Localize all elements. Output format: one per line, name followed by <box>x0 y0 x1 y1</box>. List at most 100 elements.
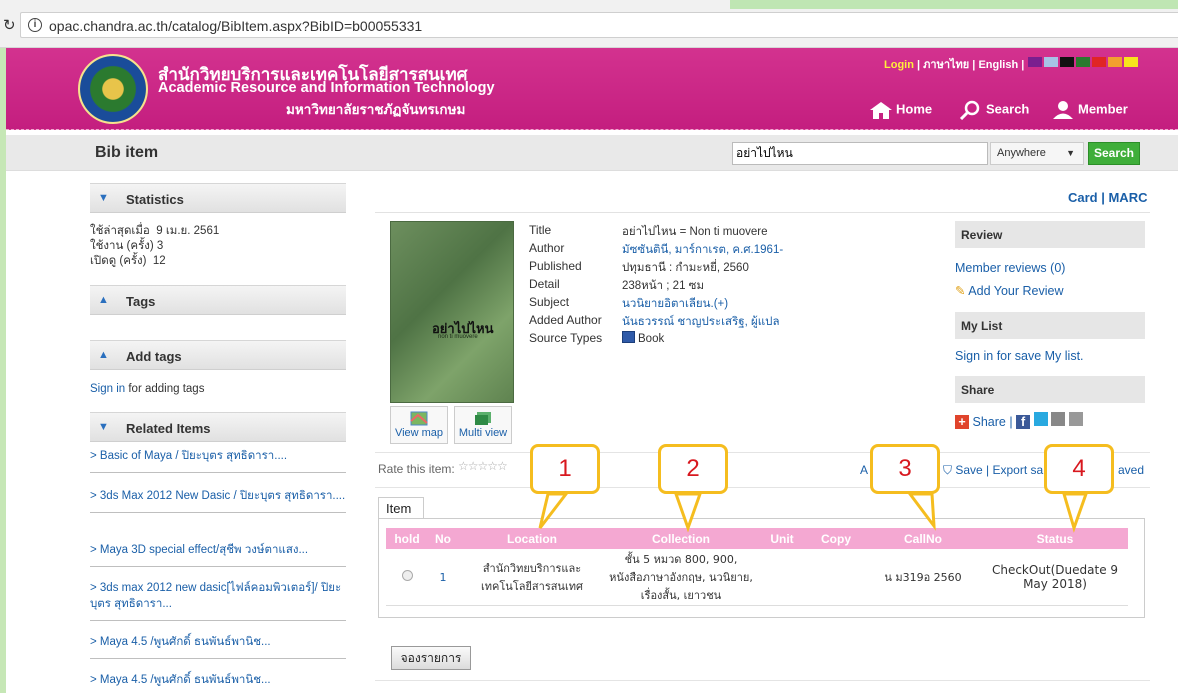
divider <box>375 680 1150 681</box>
item-no[interactable]: 1 <box>428 549 458 606</box>
search-scope-value: Anywhere <box>997 147 1046 159</box>
stat-value: 12 <box>152 255 166 267</box>
member-reviews-link[interactable]: Member reviews (0) <box>955 261 1065 275</box>
table-row: 1 สำนักวิทยบริการและเทคโนโลยีสารสนเทศ ชั… <box>386 549 1128 606</box>
theme-swatch[interactable] <box>1092 57 1106 67</box>
action-link-partial[interactable]: A <box>860 463 868 477</box>
info-icon[interactable]: i <box>28 18 42 32</box>
col-callno: CallNo <box>864 528 982 549</box>
statistics-header[interactable]: ▼ Statistics <box>90 183 346 213</box>
tags-header[interactable]: ▲ Tags <box>90 285 346 315</box>
expand-icon: ▲ <box>98 294 109 306</box>
reserve-button[interactable]: จองรายการ <box>391 646 471 670</box>
book-cover[interactable] <box>390 221 514 403</box>
added-author-link[interactable]: นันธวรรณ์ ชาญประเสริฐ, ผู้แปล <box>622 313 780 331</box>
related-item[interactable]: > 3ds max 2012 new dasic[ไฟล์คอมพิวเตอร์… <box>90 580 346 621</box>
org-name-english: Academic Resource and Information Techno… <box>158 80 495 96</box>
chevron-down-icon: ▼ <box>1066 148 1075 158</box>
stat-label: เปิดดู (ครั้ง) <box>90 255 147 267</box>
theme-swatch[interactable] <box>1044 57 1058 67</box>
col-copy: Copy <box>808 528 864 549</box>
member-icon <box>1053 101 1073 119</box>
col-collection: Collection <box>606 528 756 549</box>
saved-link-partial[interactable]: aved <box>1118 463 1144 477</box>
university-name: มหาวิทยาลัยราชภัฏจันทรเกษม <box>286 102 466 117</box>
nav-search[interactable]: Search <box>958 100 1029 120</box>
add-review-link[interactable]: ✎ Add Your Review <box>955 283 1063 298</box>
email-icon[interactable] <box>1051 412 1066 426</box>
callout-2: 2 <box>658 444 728 494</box>
reload-icon[interactable]: ↻ <box>3 16 16 34</box>
login-link[interactable]: Login <box>884 59 914 71</box>
university-logo[interactable] <box>78 54 148 124</box>
english-language-link[interactable]: English <box>978 59 1018 71</box>
theme-swatch[interactable] <box>1060 57 1074 67</box>
address-bar[interactable]: i opac.chandra.ac.th/catalog/BibItem.asp… <box>20 12 1178 38</box>
stat-value: 3 <box>156 240 164 252</box>
nav-search-label: Search <box>986 101 1030 117</box>
top-links: Login | ภาษาไทย | English | <box>884 59 1025 71</box>
search-input[interactable] <box>732 142 988 165</box>
related-items-title: Related Items <box>126 421 211 436</box>
multi-view-button[interactable]: Multi view <box>454 406 512 444</box>
related-item[interactable]: > 3ds Max 2012 New Dasic / ปิยะบุตร สุทธ… <box>90 488 346 513</box>
print-icon[interactable] <box>1068 412 1083 426</box>
theme-swatch[interactable] <box>1076 57 1090 67</box>
meta-value: ปทุมธานี : กำมะหยี่, 2560 <box>622 262 749 274</box>
nav-home[interactable]: Home <box>868 100 932 120</box>
hold-radio[interactable] <box>401 570 413 581</box>
related-item[interactable]: > Maya 3D special effect/สุชีพ วงษ์ตาแสง… <box>90 542 346 567</box>
nav-member[interactable]: Member <box>1050 100 1128 120</box>
review-header: Review <box>955 221 1145 248</box>
mylist-signin-link[interactable]: Sign in for save My list. <box>955 349 1084 363</box>
holdings-table: hold No Location Collection Unit Copy Ca… <box>386 528 1128 606</box>
theme-swatch[interactable] <box>1124 57 1138 67</box>
pencil-icon: ✎ <box>955 284 966 298</box>
tags-title: Tags <box>126 294 156 309</box>
author-link[interactable]: มัซซันตินี, มาร์กาเรต, ค.ศ.1961- <box>622 241 783 259</box>
nav-home-label: Home <box>896 101 933 117</box>
callout-1: 1 <box>530 444 600 494</box>
item-unit <box>756 549 808 606</box>
item-callno: น ม319อ 2560 <box>864 549 982 606</box>
theme-swatch[interactable] <box>1108 57 1122 67</box>
stat-value: 9 เม.ย. 2561 <box>156 225 220 237</box>
theme-swatch[interactable] <box>1028 57 1042 67</box>
save-export-links[interactable]: ⛉ Save | Export sa <box>943 463 1043 478</box>
item-copy <box>808 549 864 606</box>
meta-label: Title <box>529 223 552 237</box>
cart-icon: ⛉ <box>943 463 953 477</box>
meta-label: Author <box>529 241 565 255</box>
search-button[interactable]: Search <box>1088 142 1140 165</box>
add-tags-title: Add tags <box>126 349 182 364</box>
meta-label: Added Author <box>529 313 602 327</box>
share-link[interactable]: + Share | f <box>955 412 1083 429</box>
item-status: CheckOut(Duedate 9 May 2018) <box>982 549 1128 606</box>
search-scope-select[interactable]: Anywhere ▼ <box>990 142 1084 165</box>
thai-language-link[interactable]: ภาษาไทย <box>923 59 969 71</box>
twitter-icon[interactable] <box>1033 412 1048 426</box>
col-hold: hold <box>386 528 428 549</box>
collapse-icon: ▼ <box>98 192 109 204</box>
add-tags-header[interactable]: ▲ Add tags <box>90 340 346 370</box>
related-item[interactable]: > Basic of Maya / ปิยะบุตร สุทธิดารา.... <box>90 448 346 473</box>
add-review-label: Add Your Review <box>968 284 1064 298</box>
related-items-header[interactable]: ▼ Related Items <box>90 412 346 442</box>
book-icon <box>622 331 635 343</box>
rating-stars[interactable]: ☆☆☆☆☆ <box>458 459 508 473</box>
cover-subtitle: non ti muovere <box>438 334 478 340</box>
related-item[interactable]: > Maya 4.5 /พูนศักดิ์ ธนพันธ์พานิช... <box>90 634 346 659</box>
subject-link[interactable]: นวนิยายอิตาเลียน.(+) <box>622 295 728 313</box>
search-icon <box>959 100 980 120</box>
page-title: Bib item <box>95 144 159 161</box>
meta-value: 238หน้า ; 21 ซม <box>622 280 705 292</box>
view-map-button[interactable]: View map <box>390 406 448 444</box>
sign-in-link[interactable]: Sign in <box>90 383 125 395</box>
related-item[interactable]: > Maya 4.5 /พูนศักดิ์ ธนพันธ์พานิช... <box>90 672 346 696</box>
meta-value: อย่าไปไหน = Non ti muovere <box>622 226 768 238</box>
facebook-icon[interactable]: f <box>1016 415 1031 429</box>
save-export-label: Save | Export sa <box>955 463 1044 477</box>
tab-item[interactable]: Item <box>378 497 424 519</box>
card-marc-links[interactable]: Card | MARC <box>1068 190 1147 205</box>
view-map-label: View map <box>394 427 444 439</box>
